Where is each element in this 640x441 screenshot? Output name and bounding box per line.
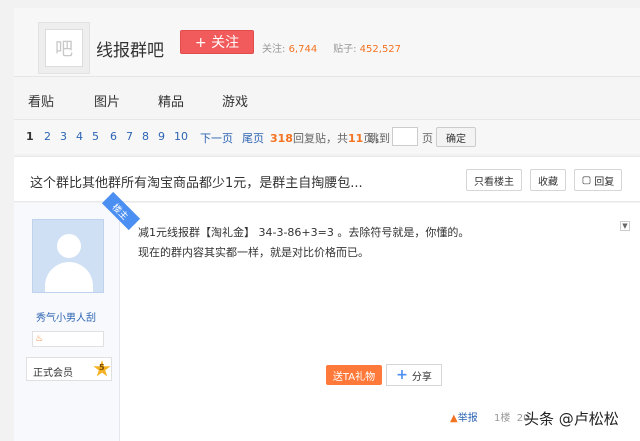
follow-count: 6,744 [288,44,318,55]
jump-label: 跳到 [368,132,390,145]
share-button[interactable]: + 分享 [386,364,442,386]
forum-stats: 关注: 6,744 贴子: 452,527 [262,40,401,55]
post-content: 减1元线报群【淘礼金】 34-3-86+3=3 。去除符号就是，你懂的。 现在的… [138,223,469,263]
tab-featured[interactable]: 精品 [158,91,184,110]
tab-games[interactable]: 游戏 [222,91,248,110]
follow-button[interactable]: + 关注 [180,30,254,54]
page-3[interactable]: 3 [60,130,67,143]
reply-count: 318 [270,132,293,145]
page-8[interactable]: 8 [142,130,149,143]
forum-nav: 看贴 图片 精品 游戏 [14,76,640,120]
jump-page-input[interactable] [392,127,418,146]
watermark: 头条 @卢松松 [524,410,619,428]
post-menu-caret-icon[interactable]: ▼ [620,221,630,231]
forum-header: 吧 线报群吧 + 关注 关注: 6,744 贴子: 452,527 [14,8,640,76]
page-4[interactable]: 4 [76,130,83,143]
tab-images[interactable]: 图片 [94,91,120,110]
member-level[interactable]: 正式会员 5 [26,357,112,381]
post-line-1: 减1元线报群【淘礼金】 34-3-86+3=3 。去除符号就是，你懂的。 [138,226,470,239]
next-page-link[interactable]: 下一页 [200,130,233,146]
thread-title-bar: 这个群比其他群所有淘宝商品都少1元，是群主自掏腰包... 只看楼主 收藏 ▢ 回复 [14,156,640,202]
page-7[interactable]: 7 [126,130,133,143]
page-1[interactable]: 1 [26,130,34,143]
pagination: 1 2 3 4 5 6 7 8 9 10 下一页 尾页 318回复贴，共11页，… [14,120,640,154]
last-page-link[interactable]: 尾页 [242,130,264,146]
page-2[interactable]: 2 [44,130,51,143]
favorite-button[interactable]: 收藏 [530,169,566,191]
share-plus-icon: + [396,367,408,383]
jump-ok-button[interactable]: 确定 [436,127,476,147]
follow-count-label: 关注: [262,44,286,55]
member-label: 正式会员 [33,368,73,379]
warning-icon: ▲ [450,413,458,424]
avatar[interactable] [32,219,104,293]
page-6[interactable]: 6 [110,130,117,143]
avatar-body-shape [45,262,93,292]
reply-icon: ▢ [581,174,592,186]
author-badge-box[interactable]: ♨ [32,331,104,347]
forum-name[interactable]: 线报群吧 [96,36,164,61]
post-line-2: 现在的群内容其实都一样，就是对比价格而已。 [138,246,369,259]
tab-posts[interactable]: 看贴 [28,91,54,110]
reply-button-label: 回复 [594,176,615,188]
report-label: 举报 [457,413,478,424]
reply-button[interactable]: ▢ 回复 [574,169,622,191]
page-9[interactable]: 9 [158,130,165,143]
posts-count: 452,527 [359,44,402,55]
jump-unit: 页 [422,132,433,145]
forum-logo[interactable]: 吧 [38,22,90,74]
reply-text: 回复贴，共 [292,132,348,145]
send-gift-button[interactable]: 送TA礼物 [326,365,382,385]
level-number: 5 [99,363,105,372]
report-link[interactable]: ▲举报 [450,409,478,424]
avatar-head-shape [57,234,81,258]
post-floor-1: 楼主 秀气小男人刮 ♨ 正式会员 5 减1元线报群【淘礼金】 34-3-86+3… [14,191,640,441]
posts-count-label: 贴子: [333,44,357,55]
page-count: 11 [347,132,364,145]
author-username[interactable]: 秀气小男人刮 [36,309,96,324]
author-sidebar: 楼主 秀气小男人刮 ♨ 正式会员 5 [14,191,141,441]
floor-number: 1楼 [494,413,511,424]
forum-logo-placeholder: 吧 [45,29,83,67]
fire-badge-icon: ♨ [35,334,44,344]
share-label: 分享 [411,371,432,383]
page-10[interactable]: 10 [174,130,188,143]
page-5[interactable]: 5 [92,130,99,143]
thread-title: 这个群比其他群所有淘宝商品都少1元，是群主自掏腰包... [30,176,363,191]
only-op-button[interactable]: 只看楼主 [466,169,522,191]
